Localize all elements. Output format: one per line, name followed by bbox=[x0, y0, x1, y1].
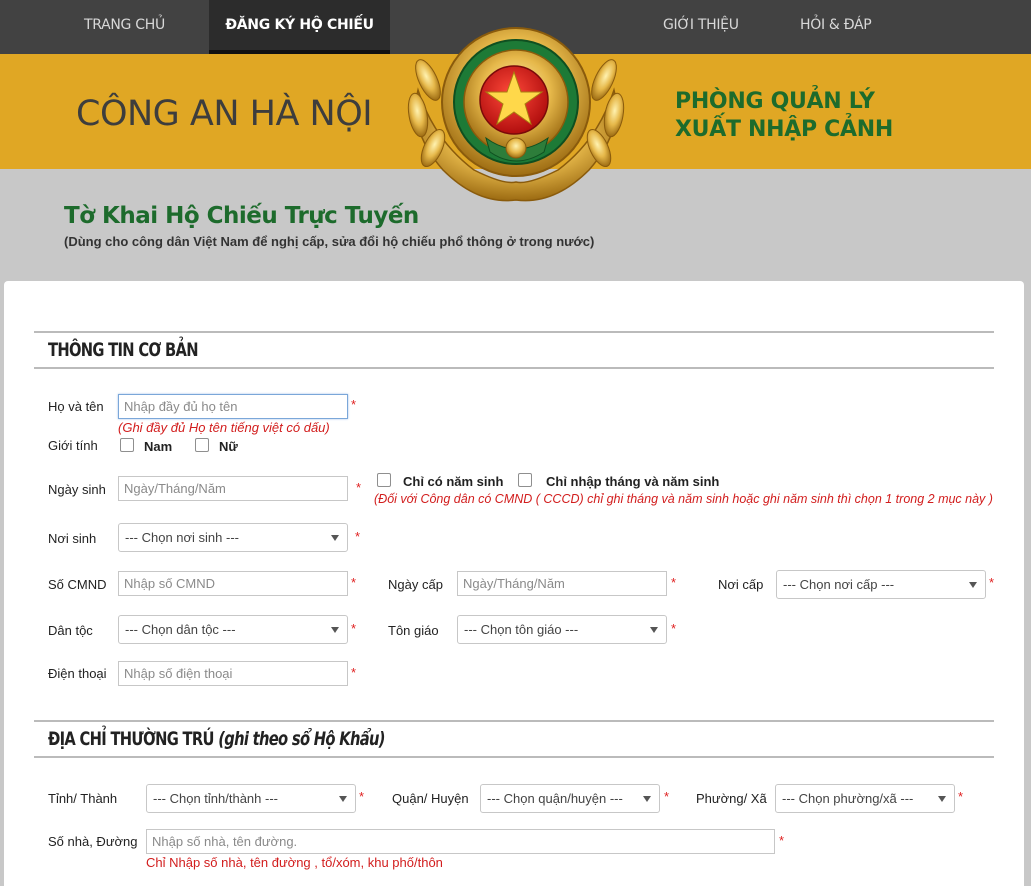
phone-label: Điện thoại bbox=[48, 666, 107, 681]
district-required: * bbox=[664, 789, 670, 804]
ethnic-label: Dân tộc bbox=[48, 623, 93, 638]
street-label: Số nhà, Đường bbox=[48, 834, 138, 849]
issue-place-required: * bbox=[989, 575, 995, 590]
chevron-down-icon bbox=[643, 796, 651, 802]
street-input[interactable]: Nhập số nhà, tên đường. bbox=[146, 829, 775, 854]
district-label: Quận/ Huyện bbox=[392, 791, 469, 806]
birthplace-select-value: --- Chọn nơi sinh --- bbox=[125, 530, 239, 545]
birthplace-label: Nơi sinh bbox=[48, 531, 97, 546]
ethnic-required: * bbox=[351, 621, 357, 636]
ward-select-value: --- Chọn phường/xã --- bbox=[782, 791, 914, 806]
page-title: Tờ Khai Hộ Chiếu Trực Tuyến bbox=[64, 203, 419, 229]
nav-faq[interactable]: HỎI & ĐÁP bbox=[800, 0, 872, 54]
ward-select[interactable]: --- Chọn phường/xã --- bbox=[775, 784, 955, 813]
id-required: * bbox=[351, 575, 357, 590]
phone-input[interactable]: Nhập số điện thoại bbox=[118, 661, 348, 686]
banner-left-title: CÔNG AN HÀ NỘI bbox=[76, 94, 373, 134]
dob-input[interactable]: Ngày/Tháng/Năm bbox=[118, 476, 348, 501]
gender-male-checkbox[interactable] bbox=[120, 438, 134, 452]
street-hint: Chỉ Nhập số nhà, tên đường , tổ/xóm, khu… bbox=[146, 855, 443, 870]
gender-male-label: Nam bbox=[144, 439, 173, 454]
chevron-down-icon bbox=[339, 796, 347, 802]
birthplace-select[interactable]: --- Chọn nơi sinh --- bbox=[118, 523, 348, 552]
chevron-down-icon bbox=[650, 627, 658, 633]
religion-select[interactable]: --- Chọn tôn giáo --- bbox=[457, 615, 667, 644]
banner-right-line2: XUẤT NHẬP CẢNH bbox=[675, 117, 893, 142]
address-heading: ĐỊA CHỈ THƯỜNG TRÚ bbox=[48, 728, 214, 750]
gender-female-label: Nữ bbox=[219, 439, 238, 454]
religion-select-value: --- Chọn tôn giáo --- bbox=[464, 622, 579, 637]
month-year-checkbox[interactable] bbox=[518, 473, 532, 487]
banner-right-title: PHÒNG QUẢN LÝ XUẤT NHẬP CẢNH bbox=[675, 88, 893, 144]
issue-date-required: * bbox=[671, 575, 677, 590]
year-only-label: Chỉ có năm sinh bbox=[403, 474, 504, 489]
district-select[interactable]: --- Chọn quận/huyện --- bbox=[480, 784, 660, 813]
nav-register-passport[interactable]: ĐĂNG KÝ HỘ CHIẾU bbox=[209, 0, 390, 54]
section-basic-info-title: THÔNG TIN CƠ BẢN bbox=[48, 339, 199, 361]
ward-required: * bbox=[958, 789, 964, 804]
issue-place-label: Nơi cấp bbox=[718, 577, 764, 592]
province-label: Tỉnh/ Thành bbox=[48, 791, 118, 806]
police-emblem-icon bbox=[407, 27, 625, 202]
fullname-input[interactable]: Nhập đầy đủ họ tên bbox=[118, 394, 348, 419]
id-label: Số CMND bbox=[48, 577, 107, 592]
issue-place-select[interactable]: --- Chọn nơi cấp --- bbox=[776, 570, 986, 599]
province-select-value: --- Chọn tỉnh/thành --- bbox=[153, 791, 278, 806]
section-basic-info: THÔNG TIN CƠ BẢN bbox=[34, 331, 994, 369]
nav-about[interactable]: GIỚI THIỆU bbox=[663, 0, 739, 54]
gender-female-checkbox[interactable] bbox=[195, 438, 209, 452]
birthplace-required: * bbox=[355, 529, 361, 544]
section-permanent-address-title: ĐỊA CHỈ THƯỜNG TRÚ (ghi theo sổ Hộ Khẩu) bbox=[48, 728, 385, 750]
fullname-label: Họ và tên bbox=[48, 399, 104, 414]
issue-place-select-value: --- Chọn nơi cấp --- bbox=[783, 577, 895, 592]
nav-home[interactable]: TRANG CHỦ bbox=[84, 0, 165, 54]
religion-label: Tôn giáo bbox=[388, 623, 439, 638]
ethnic-select-value: --- Chọn dân tộc --- bbox=[125, 622, 236, 637]
month-year-label: Chỉ nhập tháng và năm sinh bbox=[546, 474, 720, 489]
year-only-checkbox[interactable] bbox=[377, 473, 391, 487]
page-subtitle: (Dùng cho công dân Việt Nam để nghị cấp,… bbox=[64, 234, 595, 249]
dob-required: * bbox=[356, 480, 362, 495]
address-heading-note: (ghi theo sổ Hộ Khẩu) bbox=[218, 728, 385, 750]
gender-label: Giới tính bbox=[48, 438, 98, 453]
chevron-down-icon bbox=[331, 535, 339, 541]
religion-required: * bbox=[671, 621, 677, 636]
street-required: * bbox=[779, 833, 785, 848]
id-input[interactable]: Nhập số CMND bbox=[118, 571, 348, 596]
dob-hint: (Đối với Công dân có CMND ( CCCD) chỉ gh… bbox=[374, 492, 993, 506]
province-required: * bbox=[359, 789, 365, 804]
dob-label: Ngày sinh bbox=[48, 482, 106, 497]
issue-date-label: Ngày cấp bbox=[388, 577, 443, 592]
ward-label: Phường/ Xã bbox=[696, 791, 767, 806]
phone-required: * bbox=[351, 665, 357, 680]
issue-date-input[interactable]: Ngày/Tháng/Năm bbox=[457, 571, 667, 596]
chevron-down-icon bbox=[969, 582, 977, 588]
fullname-hint: (Ghi đầy đủ Họ tên tiếng việt có dấu) bbox=[118, 420, 330, 435]
section-permanent-address: ĐỊA CHỈ THƯỜNG TRÚ (ghi theo sổ Hộ Khẩu) bbox=[34, 720, 994, 758]
province-select[interactable]: --- Chọn tỉnh/thành --- bbox=[146, 784, 356, 813]
district-select-value: --- Chọn quận/huyện --- bbox=[487, 791, 623, 806]
chevron-down-icon bbox=[331, 627, 339, 633]
banner-right-line1: PHÒNG QUẢN LÝ bbox=[675, 89, 875, 114]
chevron-down-icon bbox=[938, 796, 946, 802]
ethnic-select[interactable]: --- Chọn dân tộc --- bbox=[118, 615, 348, 644]
fullname-required: * bbox=[351, 397, 357, 412]
